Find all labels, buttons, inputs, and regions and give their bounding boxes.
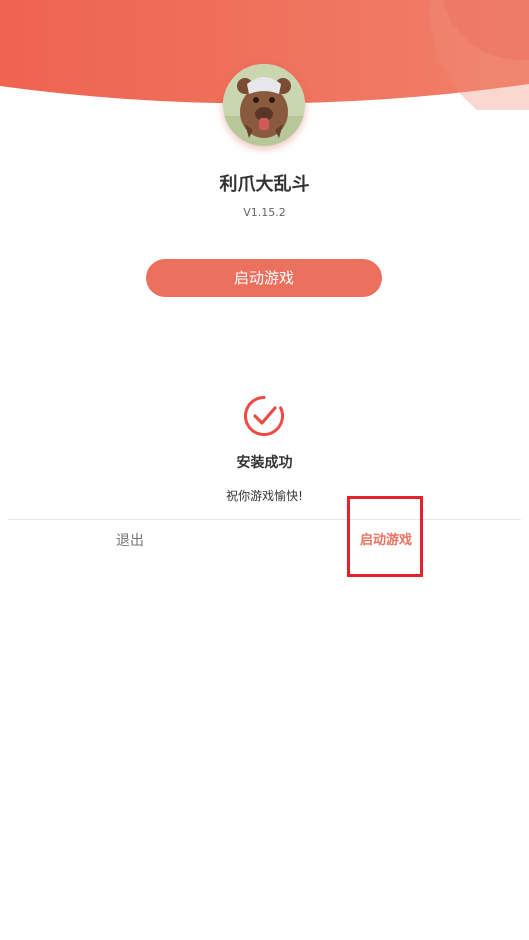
success-message: 祝你游戏愉快! bbox=[226, 489, 303, 503]
launch-game-button[interactable]: 启动游戏 bbox=[146, 259, 382, 297]
footer-launch-game-button[interactable]: 启动游戏 bbox=[351, 526, 421, 556]
divider bbox=[8, 519, 521, 520]
exit-button[interactable]: 退出 bbox=[80, 526, 180, 556]
install-success-page: 利爪大乱斗 V1.15.2 启动游戏 安装成功 祝你游戏愉快! 退出 启动游戏 bbox=[0, 0, 529, 940]
check-circle-icon bbox=[244, 396, 284, 436]
app-version: V1.15.2 bbox=[243, 206, 286, 219]
app-avatar bbox=[223, 64, 305, 146]
success-title: 安装成功 bbox=[236, 455, 293, 471]
bear-character-icon bbox=[223, 64, 305, 146]
app-title: 利爪大乱斗 bbox=[219, 174, 310, 195]
